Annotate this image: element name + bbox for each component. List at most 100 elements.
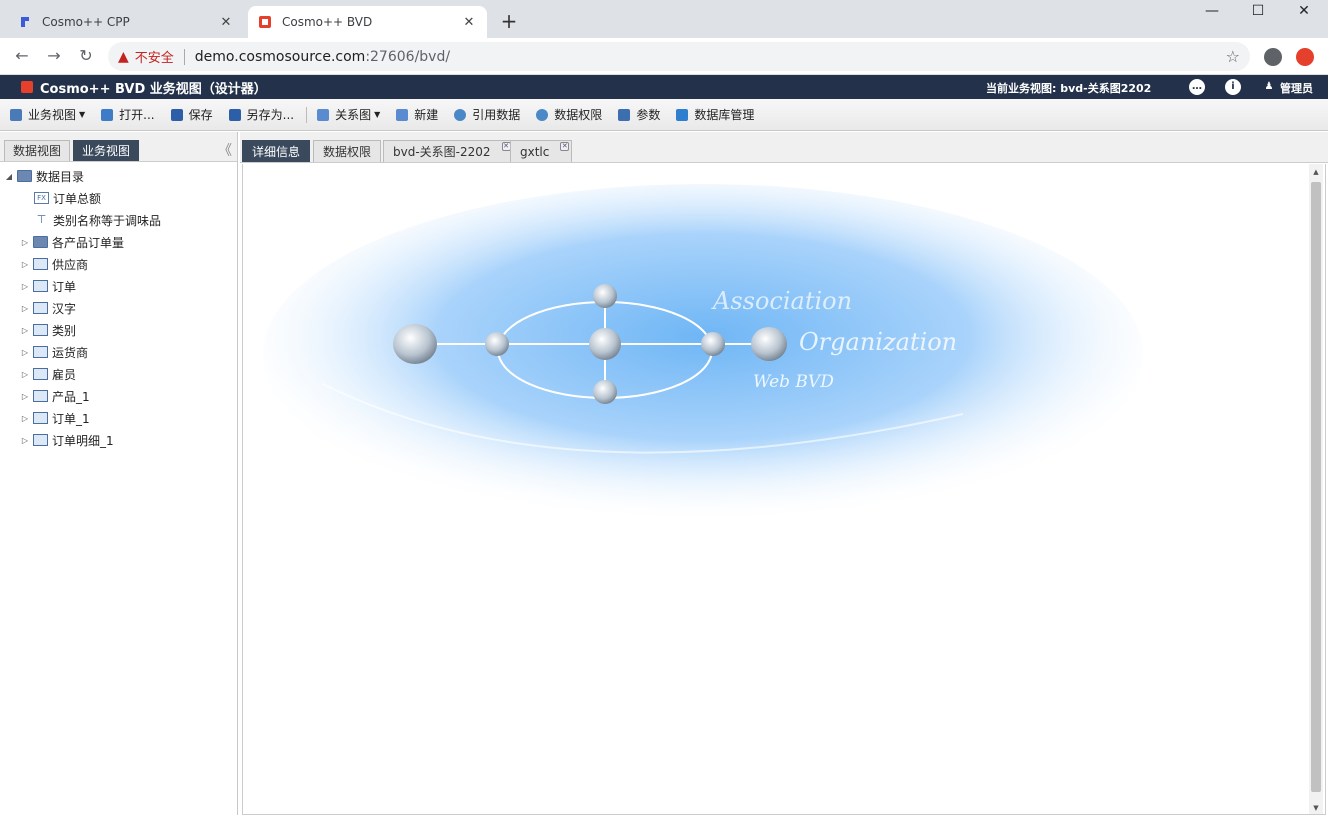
info-icon[interactable]: i bbox=[1225, 79, 1241, 95]
database-node-icon bbox=[701, 332, 725, 356]
collapsed-arrow-icon[interactable]: ▷ bbox=[20, 260, 30, 269]
toolbar-label: 保存 bbox=[188, 108, 213, 122]
url-input[interactable]: ▲ 不安全 demo.cosmosource.com:27606/bvd/ ☆ bbox=[108, 42, 1250, 71]
collapsed-arrow-icon[interactable]: ▷ bbox=[20, 414, 30, 423]
toolbar-label: 参数 bbox=[636, 108, 661, 122]
minimize-button[interactable]: — bbox=[1189, 0, 1235, 22]
tab-data-permission[interactable]: 数据权限 bbox=[313, 140, 382, 162]
extension-icon[interactable] bbox=[1296, 48, 1314, 66]
bvd-favicon-icon bbox=[258, 15, 272, 29]
reload-icon[interactable]: ↻ bbox=[76, 46, 96, 66]
close-tab-icon[interactable]: ✕ bbox=[461, 15, 477, 30]
tree-item[interactable]: ⊤ 类别名称等于调味品 bbox=[0, 209, 237, 231]
scrollbar-thumb[interactable] bbox=[1311, 182, 1321, 792]
database-node-icon bbox=[751, 327, 787, 361]
user-icon[interactable]: ♟ bbox=[1261, 79, 1277, 95]
tree-item[interactable]: ▷ 订单_1 bbox=[0, 407, 237, 429]
database-node-icon bbox=[593, 284, 617, 308]
parameter-button[interactable]: 参数 bbox=[618, 106, 660, 123]
collapsed-arrow-icon[interactable]: ▷ bbox=[20, 370, 30, 379]
expanded-arrow-icon[interactable]: ◢ bbox=[4, 172, 14, 181]
collapsed-arrow-icon[interactable]: ▷ bbox=[20, 282, 30, 291]
profile-avatar-icon[interactable] bbox=[1264, 48, 1282, 66]
relation-icon bbox=[317, 108, 330, 121]
close-tab-icon[interactable]: ✕ bbox=[218, 15, 234, 30]
banner-glow bbox=[263, 184, 1143, 524]
toolbar-label: 打开... bbox=[119, 108, 155, 122]
new-button[interactable]: 新建 bbox=[396, 106, 438, 123]
scroll-down-arrow-icon[interactable]: ▼ bbox=[1309, 804, 1323, 812]
toolbar-separator bbox=[306, 106, 308, 123]
collapsed-arrow-icon[interactable]: ▷ bbox=[20, 304, 30, 313]
collapsed-arrow-icon[interactable]: ▷ bbox=[20, 348, 30, 357]
permission-icon bbox=[536, 108, 549, 121]
tree-item[interactable]: ▷ 各产品订单量 bbox=[0, 231, 237, 253]
tab-data-view[interactable]: 数据视图 bbox=[4, 140, 71, 161]
collapsed-arrow-icon[interactable]: ▷ bbox=[20, 392, 30, 401]
close-tab-icon[interactable]: ✕ bbox=[560, 142, 570, 151]
user-name[interactable]: 管理员 bbox=[1280, 80, 1313, 96]
tree-item[interactable]: ▷ 订单 bbox=[0, 275, 237, 297]
table-icon bbox=[33, 368, 48, 380]
banner-text-organization: Organization bbox=[799, 328, 957, 356]
content-area: Association Organization Web BVD ▲ ▼ bbox=[242, 164, 1326, 815]
collapsed-arrow-icon[interactable]: ▷ bbox=[20, 326, 30, 335]
table-icon bbox=[33, 390, 48, 402]
browser-tab-strip: Cosmo++ CPP ✕ Cosmo++ BVD ✕ + — ☐ ✕ bbox=[0, 0, 1328, 38]
tree-item[interactable]: ▷ 汉字 bbox=[0, 297, 237, 319]
tree-node-label: 类别名称等于调味品 bbox=[53, 213, 162, 228]
left-panel-tabs: 数据视图 业务视图 《 bbox=[0, 132, 237, 162]
tab-details[interactable]: 详细信息 bbox=[242, 140, 311, 162]
table-icon bbox=[33, 346, 48, 358]
dropdown-arrow-icon: ▼ bbox=[79, 110, 86, 119]
tree-item[interactable]: ▷ 产品_1 bbox=[0, 385, 237, 407]
filter-icon: ⊤ bbox=[34, 214, 49, 226]
tab-business-view[interactable]: 业务视图 bbox=[73, 140, 140, 161]
save-button[interactable]: 保存 bbox=[170, 106, 213, 123]
browser-tab-bvd[interactable]: Cosmo++ BVD ✕ bbox=[248, 6, 487, 38]
database-node-icon bbox=[485, 332, 509, 356]
back-arrow-icon[interactable]: ← bbox=[12, 46, 32, 66]
table-icon bbox=[33, 258, 48, 270]
url-path: :27606/bvd/ bbox=[365, 48, 451, 65]
window-close-button[interactable]: ✕ bbox=[1281, 0, 1327, 22]
open-button[interactable]: 打开... bbox=[101, 106, 155, 123]
tree-item[interactable]: ▷ 类别 bbox=[0, 319, 237, 341]
database-node-icon bbox=[589, 328, 621, 360]
collapsed-arrow-icon[interactable]: ▷ bbox=[20, 238, 30, 247]
chat-icon[interactable]: … bbox=[1189, 79, 1205, 95]
forward-arrow-icon[interactable]: → bbox=[44, 46, 64, 66]
tab-gxtlc[interactable]: gxtlc ✕ bbox=[510, 140, 573, 162]
app-logo-icon bbox=[21, 81, 33, 93]
collapsed-arrow-icon[interactable]: ▷ bbox=[20, 436, 30, 445]
save-icon bbox=[170, 108, 183, 121]
new-tab-button[interactable]: + bbox=[499, 9, 519, 33]
tab-relation-2202[interactable]: bvd-关系图-2202 ✕ bbox=[383, 140, 514, 162]
reference-data-button[interactable]: 引用数据 bbox=[454, 106, 520, 123]
relation-menu-button[interactable]: 关系图 ▼ bbox=[317, 106, 380, 123]
tree-node-label: 各产品订单量 bbox=[52, 235, 125, 250]
tree-item[interactable]: ▷ 订单明细_1 bbox=[0, 429, 237, 451]
data-permission-button[interactable]: 数据权限 bbox=[536, 106, 602, 123]
folder-icon bbox=[33, 236, 48, 248]
collapse-panel-icon[interactable]: 《 bbox=[218, 140, 232, 160]
bookmark-star-icon[interactable]: ☆ bbox=[1226, 47, 1240, 66]
url-host: demo.cosmosource.com bbox=[194, 48, 366, 65]
tree-node-label: 类别 bbox=[52, 323, 77, 338]
business-view-menu-button[interactable]: 业务视图 ▼ bbox=[10, 106, 85, 123]
table-icon bbox=[33, 412, 48, 424]
table-icon bbox=[33, 434, 48, 446]
security-label[interactable]: 不安全 bbox=[135, 47, 174, 66]
tree-item[interactable]: ▷ 雇员 bbox=[0, 363, 237, 385]
tree-item[interactable]: FX 订单总额 bbox=[0, 187, 237, 209]
db-manage-button[interactable]: 数据库管理 bbox=[676, 106, 754, 123]
vertical-scrollbar[interactable]: ▲ ▼ bbox=[1309, 164, 1323, 814]
maximize-button[interactable]: ☐ bbox=[1235, 0, 1281, 22]
view-icon bbox=[10, 108, 22, 121]
tree-root[interactable]: ◢ 数据目录 bbox=[0, 165, 237, 187]
tree-item[interactable]: ▷ 供应商 bbox=[0, 253, 237, 275]
scroll-up-arrow-icon[interactable]: ▲ bbox=[1309, 168, 1323, 176]
save-as-button[interactable]: 另存为... bbox=[228, 106, 294, 123]
browser-tab-cpp[interactable]: Cosmo++ CPP ✕ bbox=[8, 6, 244, 38]
tree-item[interactable]: ▷ 运货商 bbox=[0, 341, 237, 363]
